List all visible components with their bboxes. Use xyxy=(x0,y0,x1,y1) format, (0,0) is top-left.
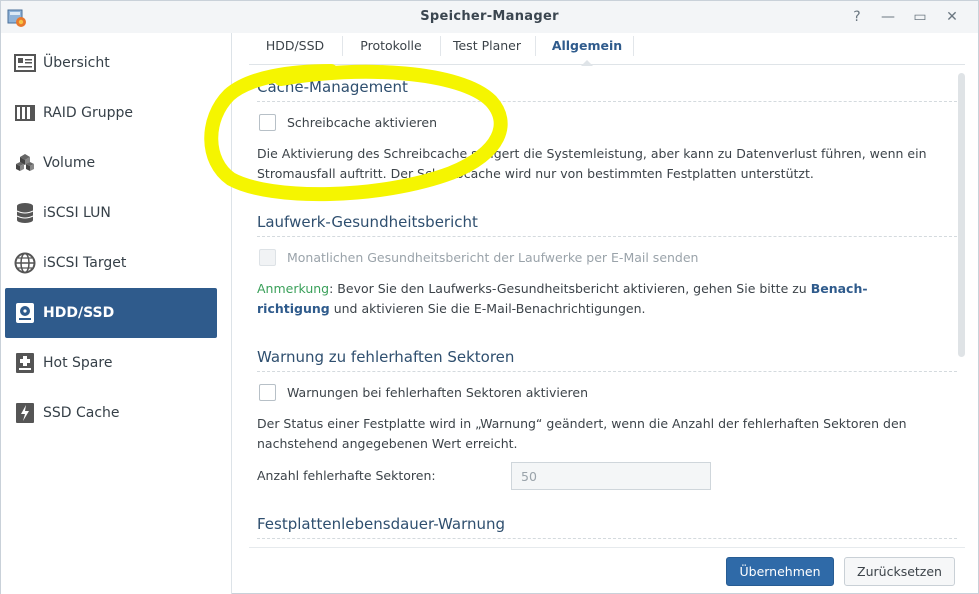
note-label: Anmerkung xyxy=(257,281,330,296)
tab-separator xyxy=(342,36,343,56)
write-cache-label: Schreibcache aktivieren xyxy=(287,115,437,130)
section-title-health-report: Laufwerk-Gesundheitsbericht xyxy=(257,213,478,231)
hot-spare-icon xyxy=(13,351,37,375)
tab-separator xyxy=(535,36,536,56)
write-cache-checkbox[interactable] xyxy=(259,114,276,131)
notification-link-part2[interactable]: richtigung xyxy=(257,301,330,316)
sidebar-item-label: HDD/SSD xyxy=(43,305,115,321)
sidebar-item-label: Volume xyxy=(43,155,96,171)
sidebar-item-label: iSCSI LUN xyxy=(43,205,111,221)
sidebar: Übersicht RAID Gruppe Volume iSCSI LUN i… xyxy=(1,33,232,594)
health-report-label: Monatlichen Gesundheitsbericht der Laufw… xyxy=(287,250,699,265)
write-cache-description: Die Aktivierung des Schreibcache steiger… xyxy=(257,146,927,181)
app-window: Speicher-Manager ? — ▭ ✕ Übersicht RAID … xyxy=(0,0,979,594)
sidebar-item-label: Hot Spare xyxy=(43,355,113,371)
raid-icon xyxy=(13,101,37,125)
sidebar-item-label: RAID Gruppe xyxy=(43,105,133,121)
sidebar-item-overview[interactable]: Übersicht xyxy=(5,38,217,88)
tab-separator xyxy=(440,36,441,56)
ssd-cache-icon xyxy=(13,401,37,425)
section-divider xyxy=(257,371,957,372)
help-icon[interactable]: ? xyxy=(847,7,867,27)
sidebar-item-iscsi-target[interactable]: iSCSI Target xyxy=(5,238,217,288)
section-divider xyxy=(257,101,957,102)
note-text: : Bevor Sie den Laufwerks-Gesundheitsber… xyxy=(329,281,811,296)
notification-link-part1[interactable]: Benach- xyxy=(811,281,868,296)
sidebar-item-hdd-ssd[interactable]: HDD/SSD xyxy=(5,288,217,338)
bad-sector-count-label: Anzahl fehlerhafte Sektoren: xyxy=(257,468,436,483)
section-divider xyxy=(257,538,957,539)
health-report-note: Anmerkung: Bevor Sie den Laufwerks-Gesun… xyxy=(257,279,937,319)
tab-test-planer[interactable]: Test Planer xyxy=(447,33,527,65)
tab-hdd-ssd[interactable]: HDD/SSD xyxy=(255,33,335,65)
vertical-scrollbar[interactable] xyxy=(958,73,965,357)
volume-icon xyxy=(13,151,37,175)
active-tab-indicator xyxy=(581,60,593,66)
section-divider xyxy=(257,236,957,237)
section-title-cache: Cache-Management xyxy=(257,78,408,96)
note-text-after: und aktivieren Sie die E-Mail-Benachrich… xyxy=(329,301,646,316)
section-title-bad-sectors: Warnung zu fehlerhaften Sektoren xyxy=(257,348,515,366)
settings-content: Cache-Management Schreibcache aktivieren… xyxy=(249,67,965,545)
sidebar-item-volume[interactable]: Volume xyxy=(5,138,217,188)
health-report-checkbox xyxy=(259,249,276,266)
tab-allgemein[interactable]: Allgemein xyxy=(541,33,633,66)
minimize-icon[interactable]: — xyxy=(878,7,898,27)
apply-button[interactable]: Übernehmen xyxy=(726,557,834,586)
bad-sector-description: Der Status einer Festplatte wird in „War… xyxy=(257,416,907,451)
tab-bar: HDD/SSD Protokolle Test Planer Allgemein xyxy=(249,33,965,66)
globe-icon xyxy=(13,251,37,275)
sidebar-item-hot-spare[interactable]: Hot Spare xyxy=(5,338,217,388)
bad-sector-warning-label: Warnungen bei fehlerhaften Sektoren akti… xyxy=(287,385,589,400)
sidebar-item-label: iSCSI Target xyxy=(43,255,127,271)
bad-sector-count-input[interactable]: 50 xyxy=(511,462,711,490)
tab-protokolle[interactable]: Protokolle xyxy=(349,33,433,65)
sidebar-item-label: SSD Cache xyxy=(43,405,120,421)
disk-icon xyxy=(13,301,37,325)
footer-divider xyxy=(249,547,965,548)
tab-separator xyxy=(633,36,634,56)
close-icon[interactable]: ✕ xyxy=(942,7,962,27)
tab-label: Allgemein xyxy=(551,38,623,53)
sidebar-item-label: Übersicht xyxy=(43,55,110,71)
database-icon xyxy=(13,201,37,225)
window-title: Speicher-Manager xyxy=(420,9,559,24)
sidebar-item-iscsi-lun[interactable]: iSCSI LUN xyxy=(5,188,217,238)
bad-sector-warning-checkbox[interactable] xyxy=(259,384,276,401)
overview-icon xyxy=(13,51,37,75)
sidebar-item-raid-group[interactable]: RAID Gruppe xyxy=(5,88,217,138)
section-title-lifespan: Festplattenlebensdauer-Warnung xyxy=(257,515,506,533)
maximize-icon[interactable]: ▭ xyxy=(910,7,930,27)
title-bar: Speicher-Manager ? — ▭ ✕ xyxy=(1,1,978,33)
sidebar-item-ssd-cache[interactable]: SSD Cache xyxy=(5,388,217,438)
reset-button[interactable]: Zurücksetzen xyxy=(844,557,955,586)
